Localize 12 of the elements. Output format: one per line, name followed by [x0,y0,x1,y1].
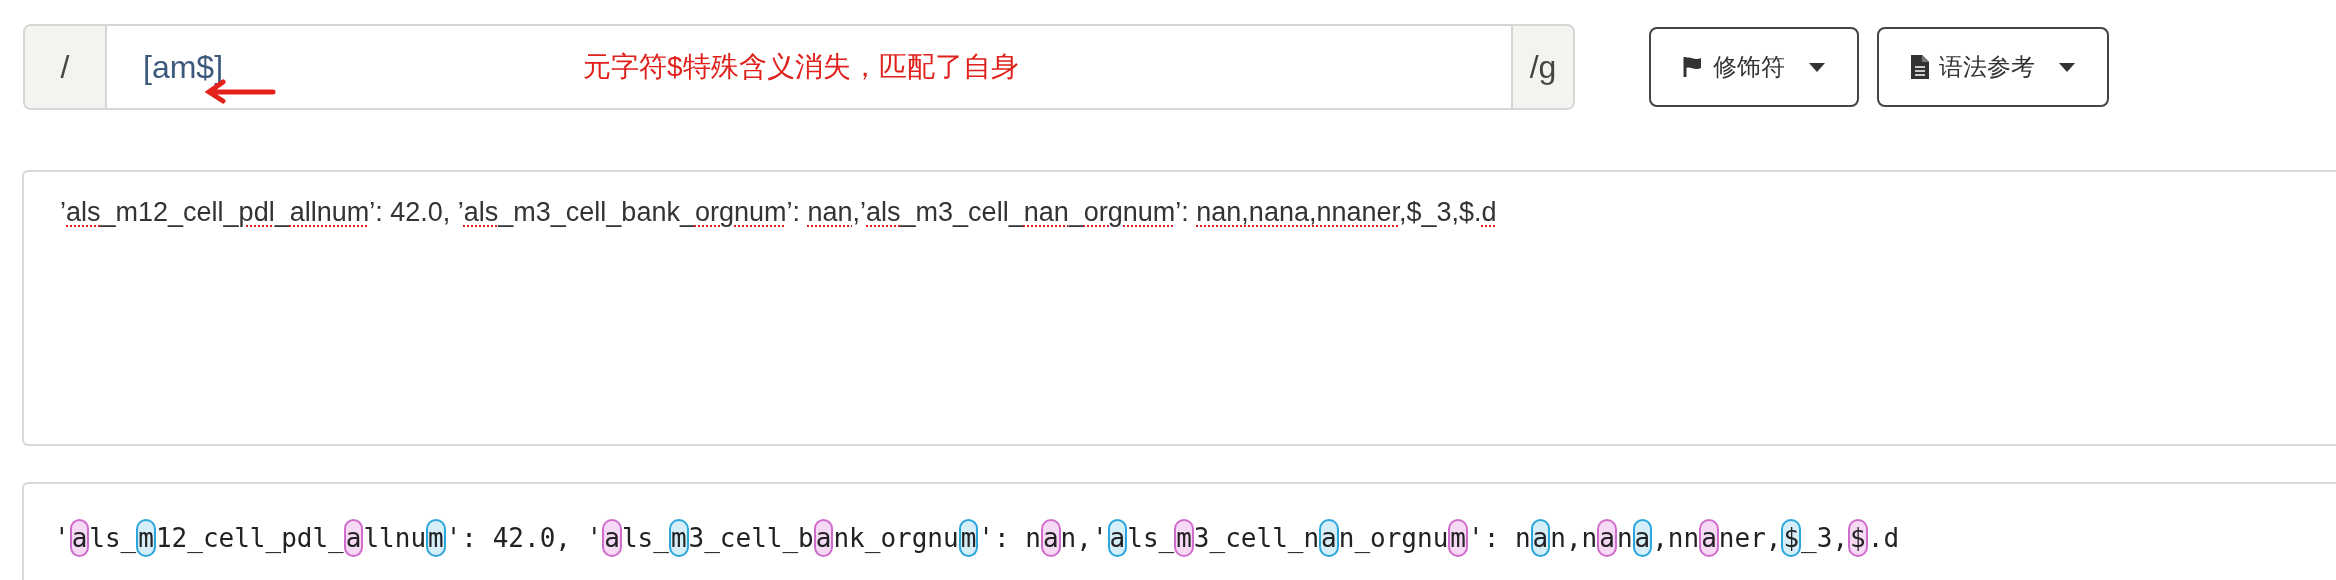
dropdown-button[interactable]: 修饰符 [1649,27,1859,107]
flag-icon [1683,56,1703,78]
result-text: 'als_m 12_cell_pdl_allnum': 42.0, 'a ls_m3_cell_ba nk_orgnum': na n,'a ls_m3_cell_na n_orgnum': na n,n a na,nn a ner,$_3,$.d [54,518,2336,558]
caret-icon [1809,62,1825,72]
flags: /g [1511,26,1573,108]
document-icon [1911,55,1929,79]
dropdown-button[interactable]: 语法参考 [1877,27,2109,107]
regex-pattern: [am$] [143,48,224,87]
open-delimiter: / [25,26,107,108]
caret-icon [2059,62,2075,72]
regex-field[interactable]: / [am$] 元字符$特殊含义消失，匹配了自身 /g [23,24,1575,110]
annotation-text: 元字符$特殊含义消失，匹配了自身 [583,50,1019,84]
